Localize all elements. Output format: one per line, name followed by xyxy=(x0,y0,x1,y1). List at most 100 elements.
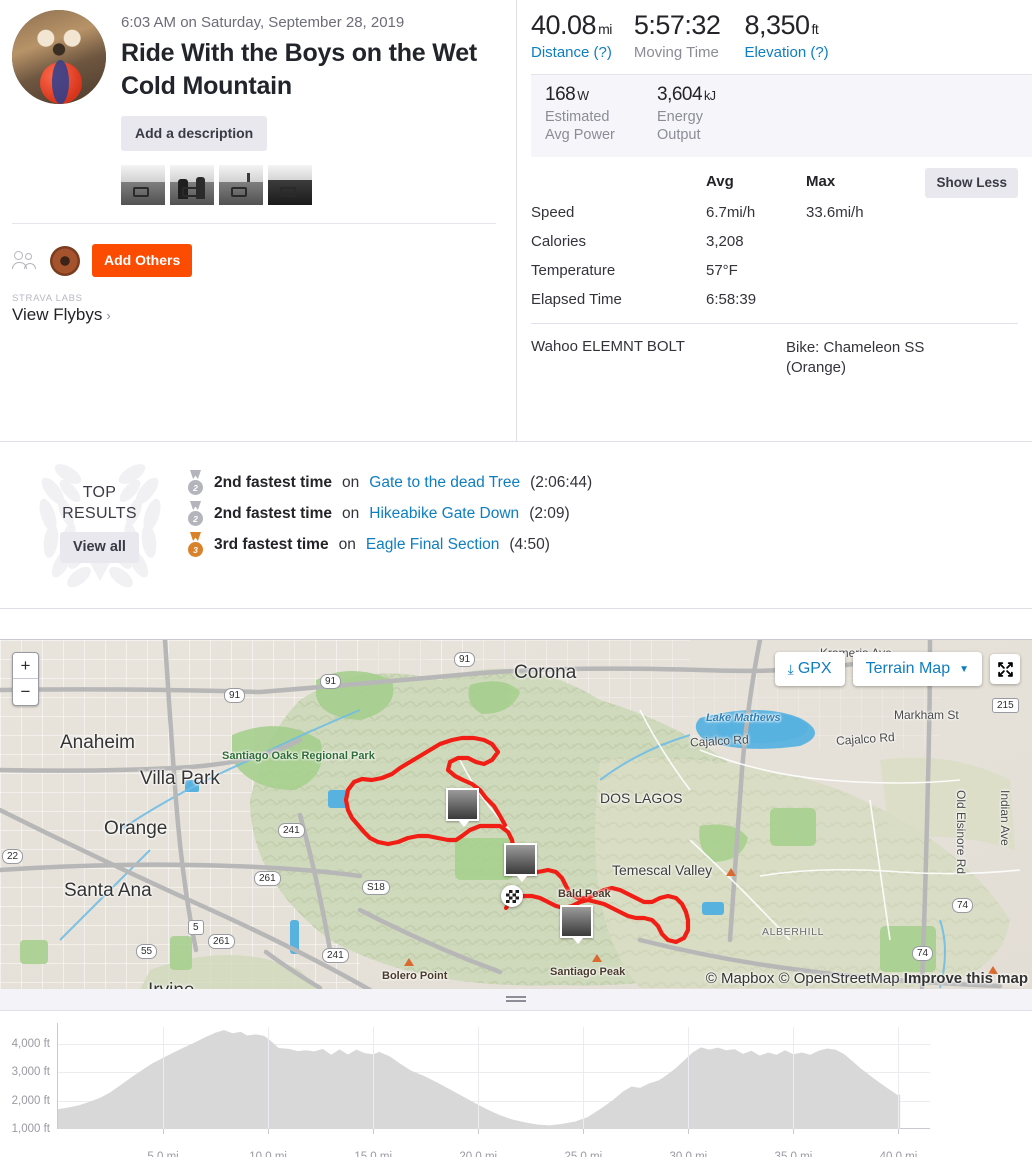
peak-marker-icon xyxy=(726,868,736,876)
map-label-anaheim: Anaheim xyxy=(60,732,135,753)
route-map[interactable]: Anaheim Villa Park Orange Santa Ana Irvi… xyxy=(0,639,1032,989)
map-photo-marker[interactable] xyxy=(446,788,479,827)
achievement-time: (4:50) xyxy=(509,535,550,553)
stat-elevation-value: 8,350 xyxy=(744,10,810,40)
map-resize-handle[interactable] xyxy=(0,989,1032,1011)
gridline xyxy=(373,1027,375,1129)
medal-rank: 2 xyxy=(188,480,203,495)
stat-avg-power-unit: W xyxy=(577,88,589,103)
view-flybys-label: View Flybys xyxy=(12,305,103,324)
attribution-mapbox[interactable]: © Mapbox xyxy=(706,970,775,987)
page-title: Ride With the Boys on the Wet Cold Mount… xyxy=(121,39,478,100)
activity-photo-thumbnail[interactable] xyxy=(170,165,214,205)
chart-x-tick-label: 10.0 mi xyxy=(249,1151,287,1157)
highway-shield-22: 22 xyxy=(2,849,24,864)
attribution-osm[interactable]: © OpenStreetMap xyxy=(779,970,900,987)
highway-shield-261: 261 xyxy=(254,871,281,886)
chart-x-tick-label: 40.0 mi xyxy=(879,1151,918,1157)
achievement-rank-text: 3rd fastest time xyxy=(214,535,329,553)
add-description-button[interactable]: Add a description xyxy=(121,116,268,151)
row-label: Temperature xyxy=(531,262,616,280)
stat-distance-unit: mi xyxy=(598,21,612,37)
strava-labs-kicker: STRAVA LABS xyxy=(12,293,83,304)
highway-shield-74: 74 xyxy=(952,898,974,913)
segment-link[interactable]: Eagle Final Section xyxy=(366,536,500,554)
top-results-badge: TOP RESULTS View all xyxy=(12,464,187,588)
top-results-title-line2: RESULTS xyxy=(62,504,137,522)
achievement-on: on xyxy=(342,504,360,522)
highway-shield-91: 91 xyxy=(454,652,476,667)
fullscreen-button[interactable] xyxy=(990,654,1020,684)
map-label-santiago-oaks-regional-park: Santiago Oaks Regional Park xyxy=(222,750,375,762)
map-label-bald-peak: Bald Peak xyxy=(558,888,611,900)
view-all-button[interactable]: View all xyxy=(60,532,139,564)
activity-date: 6:03 AM on Saturday, September 28, 2019 xyxy=(121,14,405,31)
elevation-area-path xyxy=(58,1030,901,1129)
stat-elevation: 8,350 ft Elevation (?) xyxy=(744,10,850,63)
table-row: Temperature 57°F xyxy=(531,256,1018,285)
stat-energy-output-unit: kJ xyxy=(704,88,716,103)
finish-marker-icon[interactable] xyxy=(501,885,523,907)
achievement-time: (2:09) xyxy=(529,504,570,522)
zoom-out-button[interactable]: − xyxy=(13,679,38,705)
map-label-orange: Orange xyxy=(104,818,168,839)
chart-x-tick-label: 15.0 mi xyxy=(354,1151,393,1157)
chart-x-tick-label: 5.0 mi xyxy=(147,1151,179,1157)
chart-x-tick xyxy=(898,1129,900,1134)
view-flybys-link[interactable]: View Flybys › xyxy=(12,305,496,325)
row-max xyxy=(806,285,1018,314)
section-spacer xyxy=(0,608,1032,639)
download-gpx-button[interactable]: ⤓ GPX xyxy=(774,652,845,686)
avatar[interactable] xyxy=(12,10,106,104)
medal-bronze-icon: 3 xyxy=(187,532,204,557)
activity-photo-thumbnail[interactable] xyxy=(219,165,263,205)
elevation-chart[interactable]: 4,000 ft 3,000 ft 2,000 ft 1,000 ft 5.0 … xyxy=(12,1023,930,1157)
activity-photo-thumbnail[interactable] xyxy=(268,165,312,205)
activity-stats-panel: 40.08 mi Distance (?) 5:57:32 Moving Time… xyxy=(516,0,1032,441)
power-stats: 168 W Estimated Avg Power 3,604 kJ Energy … xyxy=(531,73,1032,158)
segment-link[interactable]: Gate to the dead Tree xyxy=(369,474,520,492)
map-label-old-elsinore-rd: Old Elsinore Rd xyxy=(954,790,968,875)
people-icon xyxy=(12,250,38,271)
map-label-santiago-peak: Santiago Peak xyxy=(550,966,626,978)
map-label-bolero-point: Bolero Point xyxy=(382,970,448,982)
stat-elevation-label[interactable]: Elevation (?) xyxy=(744,43,828,63)
highway-shield-91: 91 xyxy=(320,674,342,689)
stat-moving-time: 5:57:32 Moving Time xyxy=(634,10,745,63)
stat-avg-power-value: 168 xyxy=(545,83,576,105)
map-zoom-controls[interactable]: + − xyxy=(12,652,39,706)
stat-avg-power: 168 W Estimated Avg Power xyxy=(545,84,657,146)
chart-x-tick xyxy=(583,1129,585,1134)
medal-silver-icon: 2 xyxy=(187,470,204,495)
map-attribution: © Mapbox © OpenStreetMap Improve this ma… xyxy=(706,970,1028,987)
col-header-avg: Avg xyxy=(706,173,734,191)
chart-x-tick xyxy=(163,1129,165,1134)
chart-x-tick xyxy=(478,1129,480,1134)
map-type-dropdown[interactable]: Terrain Map ▼ xyxy=(852,652,982,686)
add-others-button[interactable]: Add Others xyxy=(92,244,193,277)
achievement-on: on xyxy=(342,473,360,491)
activity-photo-thumbnail[interactable] xyxy=(121,165,165,205)
row-max xyxy=(806,256,1018,285)
map-label-dos-lagos: DOS LAGOS xyxy=(600,790,683,806)
row-label: Calories xyxy=(531,233,587,251)
chart-y-tick-label: 2,000 ft xyxy=(11,1094,50,1107)
zoom-in-button[interactable]: + xyxy=(13,653,38,679)
list-item: 2 2nd fastest time on Hikeabike Gate Dow… xyxy=(187,498,592,529)
participant-avatar[interactable] xyxy=(50,245,80,276)
gridline xyxy=(478,1027,480,1129)
stat-distance-label[interactable]: Distance (?) xyxy=(531,43,612,63)
show-less-button[interactable]: Show Less xyxy=(925,168,1018,199)
chart-x-tick-label: 35.0 mi xyxy=(774,1151,813,1157)
improve-map-link[interactable]: Improve this map xyxy=(904,970,1028,987)
chevron-down-icon: ▼ xyxy=(959,663,969,675)
top-results-section: TOP RESULTS View all 2 2nd fastest time … xyxy=(0,441,1032,608)
row-avg: 6:58:39 xyxy=(706,291,757,309)
map-photo-marker[interactable] xyxy=(504,843,537,882)
chart-y-tick-label: 1,000 ft xyxy=(11,1123,50,1135)
highway-shield-55: 55 xyxy=(136,944,158,959)
top-results-title-line1: TOP xyxy=(82,483,117,501)
segment-link[interactable]: Hikeabike Gate Down xyxy=(369,505,519,523)
highway-shield-261: 261 xyxy=(208,934,235,949)
map-photo-marker[interactable] xyxy=(560,905,593,944)
